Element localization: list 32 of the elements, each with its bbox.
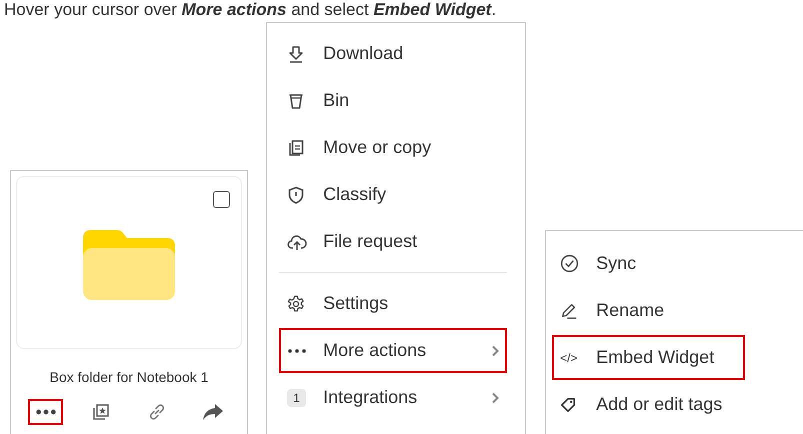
menu-item[interactable]: </> Embed Widget	[552, 335, 746, 380]
more-icon	[287, 348, 308, 354]
settings-icon	[287, 294, 306, 312]
check-circle-icon	[560, 254, 580, 273]
pencil-icon	[560, 302, 578, 320]
menu-item[interactable]: Sync	[552, 241, 746, 286]
menu-item[interactable]: Settings	[279, 281, 508, 326]
menu-item[interactable]: Download	[279, 31, 508, 76]
menu-item[interactable]: Add or edit tags	[552, 382, 746, 427]
more-options-button[interactable]	[28, 399, 63, 425]
cloud-upload-icon	[287, 232, 308, 250]
star-collection-icon	[91, 402, 112, 422]
download-icon	[287, 44, 306, 62]
select-checkbox[interactable]	[213, 191, 230, 208]
instruction-text: Hover your cursor over More actions and select Embed Widget.	[3, 0, 498, 20]
menu-item[interactable]: Classify	[279, 172, 508, 217]
shield-icon	[287, 186, 306, 204]
copy-icon	[287, 138, 306, 156]
menu-item[interactable]: Move or copy	[279, 125, 508, 170]
folder-icon	[83, 230, 176, 300]
bin-icon	[287, 92, 306, 110]
menu-item[interactable]: 1 Integrations	[279, 375, 508, 420]
more-icon	[34, 408, 56, 416]
menu-item[interactable]: More actions	[279, 328, 508, 373]
menu-item[interactable]: Rename	[552, 288, 746, 333]
menu-item[interactable]: Bin	[279, 78, 508, 123]
folder-name: Box folder for Notebook 1	[48, 369, 210, 385]
code-icon: </>	[560, 350, 578, 364]
tag-icon	[560, 396, 576, 412]
count-badge: 1	[287, 388, 306, 406]
share-icon	[202, 402, 224, 422]
menu-item[interactable]: File request	[279, 219, 508, 264]
